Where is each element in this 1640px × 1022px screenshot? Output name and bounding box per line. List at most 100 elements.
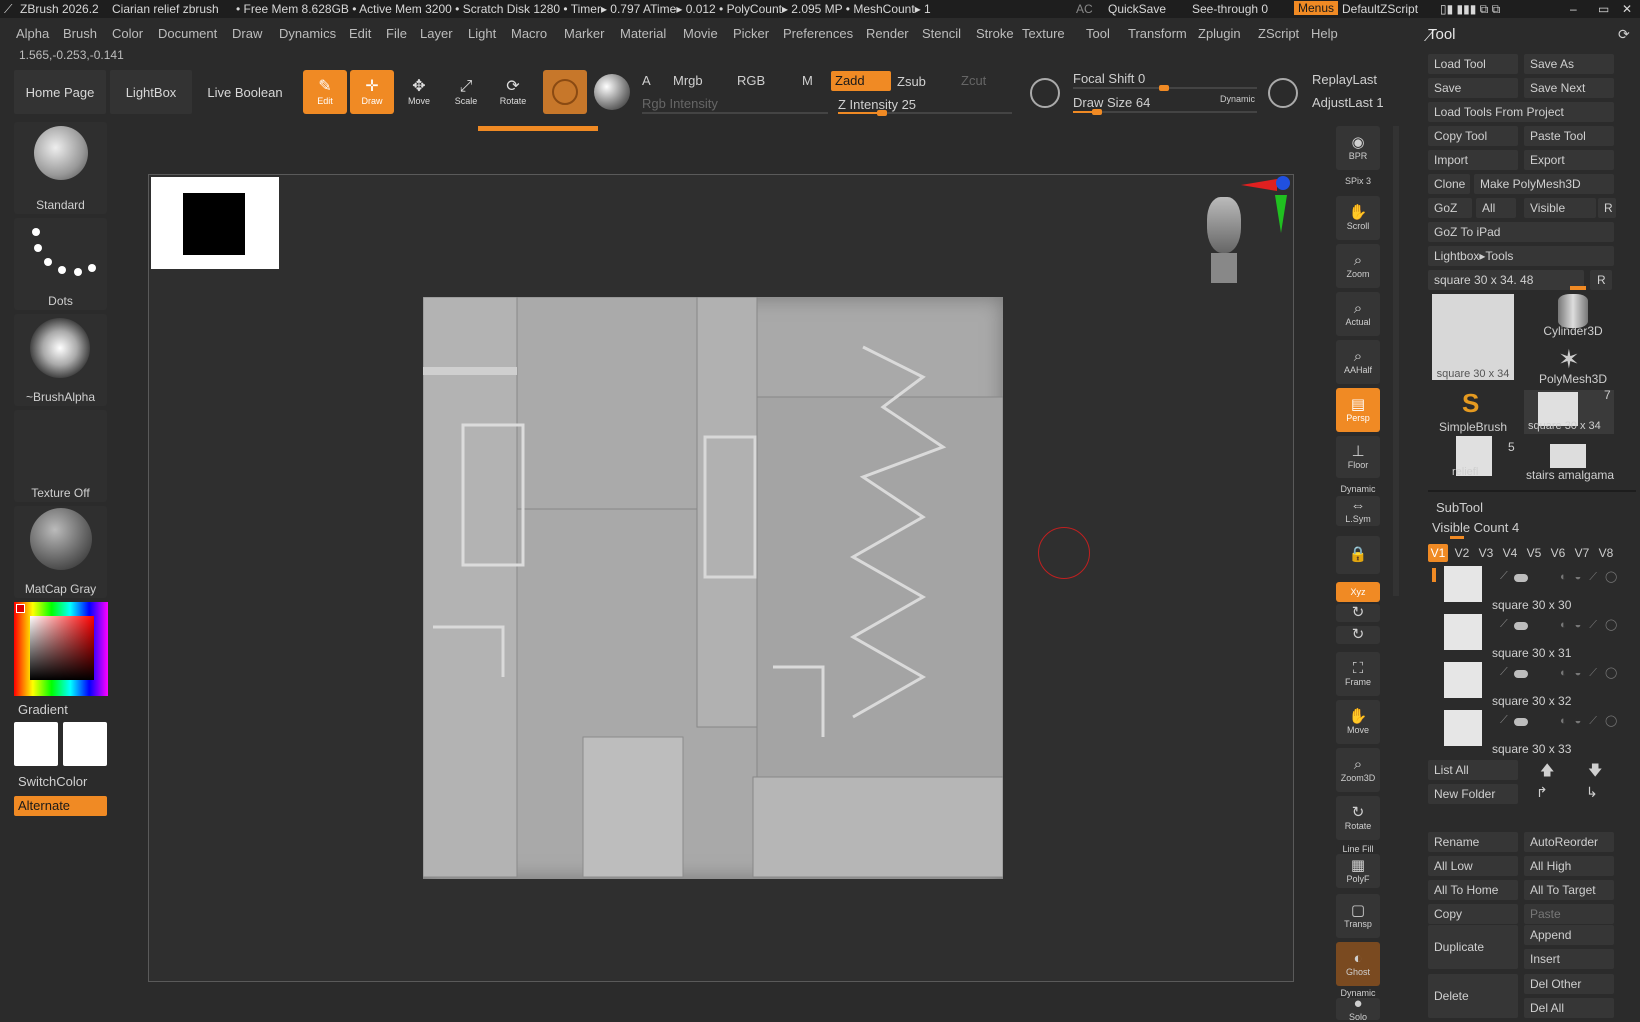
main-color-swatch[interactable]	[14, 722, 58, 766]
shelf-rotate[interactable]: ↻ Rotate	[1336, 796, 1380, 840]
insert-button[interactable]: Insert	[1524, 949, 1614, 969]
subtool-row-icons[interactable]: ◐◒⟋◯	[1560, 570, 1625, 584]
color-picker[interactable]	[14, 602, 108, 696]
switchcolor-button[interactable]: SwitchColor	[18, 774, 87, 789]
shelf-btn-10[interactable]: 🔒	[1336, 536, 1380, 574]
subtool-tab-v5[interactable]: V5	[1524, 544, 1544, 562]
tool-btn-clone[interactable]: Clone	[1428, 174, 1470, 194]
focal-s-icon[interactable]	[1030, 78, 1060, 108]
shelf-aahalf[interactable]: ⌕ AAHalf	[1336, 340, 1380, 384]
shelf-solo[interactable]: ● Solo	[1336, 996, 1380, 1022]
subtool-tab-v3[interactable]: V3	[1476, 544, 1496, 562]
list-all-button[interactable]: List All	[1428, 760, 1518, 780]
brush-slot[interactable]: Standard	[14, 122, 107, 214]
subtool-brush-icon[interactable]: ⟋	[1500, 618, 1508, 631]
subtool-title[interactable]: SubTool	[1436, 500, 1483, 515]
subtool-btn-copy[interactable]: Copy	[1428, 904, 1518, 924]
current-tool-r-button[interactable]: R	[1590, 270, 1612, 290]
live-boolean-button[interactable]: Live Boolean	[200, 70, 290, 114]
tool-btn-all[interactable]: All	[1476, 198, 1516, 218]
draw-size-track[interactable]	[1073, 109, 1257, 115]
polymesh-star-icon[interactable]: ✶	[1558, 344, 1580, 375]
menu-stroke[interactable]: Stroke	[976, 26, 1014, 41]
move-mode-button[interactable]: ✥ Move	[397, 70, 441, 114]
shelf-xyz[interactable]: Xyz	[1336, 582, 1380, 602]
subtool-tab-v4[interactable]: V4	[1500, 544, 1520, 562]
alpha-slot[interactable]: ~BrushAlpha	[14, 314, 107, 406]
shelf-spix-3[interactable]: SPix 3	[1336, 172, 1380, 190]
rgb-toggle[interactable]: RGB	[737, 73, 765, 88]
relief-model[interactable]	[422, 296, 1004, 879]
subtool-tab-v8[interactable]: V8	[1596, 544, 1616, 562]
subtool-visibility-eye-icon[interactable]	[1514, 574, 1528, 582]
tool-thumb-stairs[interactable]	[1550, 444, 1586, 468]
menu-layer[interactable]: Layer	[420, 26, 453, 41]
canvas-viewport[interactable]	[148, 174, 1294, 982]
right-shelf-scrollbar[interactable]	[1393, 126, 1399, 596]
zcut-toggle[interactable]: Zcut	[961, 73, 986, 88]
subtool-tab-v7[interactable]: V7	[1572, 544, 1592, 562]
shelf-transp[interactable]: ▢ Transp	[1336, 894, 1380, 938]
menu-brush[interactable]: Brush	[63, 26, 97, 41]
subtool-brush-icon[interactable]: ⟋	[1500, 570, 1508, 583]
subtool-btn-all-to-target[interactable]: All To Target	[1524, 880, 1614, 900]
subtool-visibility-eye-icon[interactable]	[1514, 622, 1528, 630]
menu-color[interactable]: Color	[112, 26, 143, 41]
dynamic-toggle[interactable]: Dynamic	[1220, 94, 1255, 104]
subtool-brush-icon[interactable]: ⟋	[1500, 714, 1508, 727]
rotate-mode-button[interactable]: ⟳ Rotate	[491, 70, 535, 114]
current-tool-slider[interactable]: square 30 x 34. 48	[1428, 270, 1584, 290]
shelf-floor[interactable]: ⊥ Floor	[1336, 436, 1380, 478]
restore-icon[interactable]: ▭	[1598, 2, 1609, 16]
menu-marker[interactable]: Marker	[564, 26, 604, 41]
shelf-persp[interactable]: ▤ Persp	[1336, 388, 1380, 432]
shelf-dynamic[interactable]: Dynamic	[1336, 482, 1380, 496]
current-tool-knob[interactable]	[1570, 286, 1586, 290]
subtool-btn-all-to-home[interactable]: All To Home	[1428, 880, 1518, 900]
default-zscript-button[interactable]: DefaultZScript	[1342, 2, 1418, 16]
see-through-slider[interactable]: See-through 0	[1192, 2, 1268, 16]
primary-color-swatch[interactable]	[16, 604, 25, 613]
shelf-btn-12[interactable]: ↻	[1336, 604, 1380, 622]
subtool-row-icons[interactable]: ◐◒⟋◯	[1560, 618, 1625, 632]
menu-transform[interactable]: Transform	[1128, 26, 1187, 41]
adjustlast-button[interactable]: AdjustLast 1	[1312, 95, 1384, 110]
focal-shift-knob[interactable]	[1159, 85, 1169, 91]
focal-shift-slider[interactable]: Focal Shift 0	[1073, 71, 1145, 86]
delete-button[interactable]: Delete	[1428, 974, 1518, 1018]
subtool-visibility-eye-icon[interactable]	[1514, 670, 1528, 678]
color-square[interactable]	[30, 616, 94, 680]
shelf-l-sym[interactable]: ⇔ L.Sym	[1336, 496, 1380, 526]
menu-zplugin[interactable]: Zplugin	[1198, 26, 1241, 41]
menu-draw[interactable]: Draw	[232, 26, 262, 41]
shelf-ghost[interactable]: ◐ Ghost	[1336, 942, 1380, 986]
tool-panel-refresh-icon[interactable]: ⟳	[1618, 26, 1630, 43]
tool-btn-load-tools-from-project[interactable]: Load Tools From Project	[1428, 102, 1614, 122]
shelf-zoom3d[interactable]: ⌕ Zoom3D	[1336, 748, 1380, 792]
menu-document[interactable]: Document	[158, 26, 217, 41]
tool-btn-r[interactable]: R	[1598, 198, 1616, 218]
m-toggle[interactable]: M	[802, 73, 813, 88]
secondary-color-swatch[interactable]	[63, 722, 107, 766]
menu-zscript[interactable]: ZScript	[1258, 26, 1299, 41]
subtool-btn-autoreorder[interactable]: AutoReorder	[1524, 832, 1614, 852]
menu-picker[interactable]: Picker	[733, 26, 769, 41]
z-intensity-track[interactable]	[838, 110, 1012, 116]
move-down-icon[interactable]: 🡇	[1588, 760, 1602, 784]
menu-help[interactable]: Help	[1311, 26, 1338, 41]
edit-mode-button[interactable]: ✎ Edit	[303, 70, 347, 114]
subtool-btn-all-low[interactable]: All Low	[1428, 856, 1518, 876]
subtool-tab-v6[interactable]: V6	[1548, 544, 1568, 562]
folder-return-icon[interactable]: ↳	[1586, 784, 1598, 801]
tool-btn-lightbox-tools[interactable]: Lightbox▸Tools	[1428, 246, 1614, 266]
tool-thumb-square34[interactable]: 7 square 30 x 34	[1524, 388, 1614, 434]
subtool-btn-paste[interactable]: Paste	[1524, 904, 1614, 924]
visible-count-knob[interactable]	[1450, 536, 1464, 539]
menu-texture[interactable]: Texture	[1022, 26, 1065, 41]
menu-edit[interactable]: Edit	[349, 26, 371, 41]
draw-mode-button[interactable]: ✛ Draw	[350, 70, 394, 114]
z-intensity-knob[interactable]	[876, 110, 887, 116]
draw-d-icon[interactable]	[1268, 78, 1298, 108]
append-button[interactable]: Append	[1524, 925, 1614, 945]
new-folder-button[interactable]: New Folder	[1428, 784, 1518, 804]
